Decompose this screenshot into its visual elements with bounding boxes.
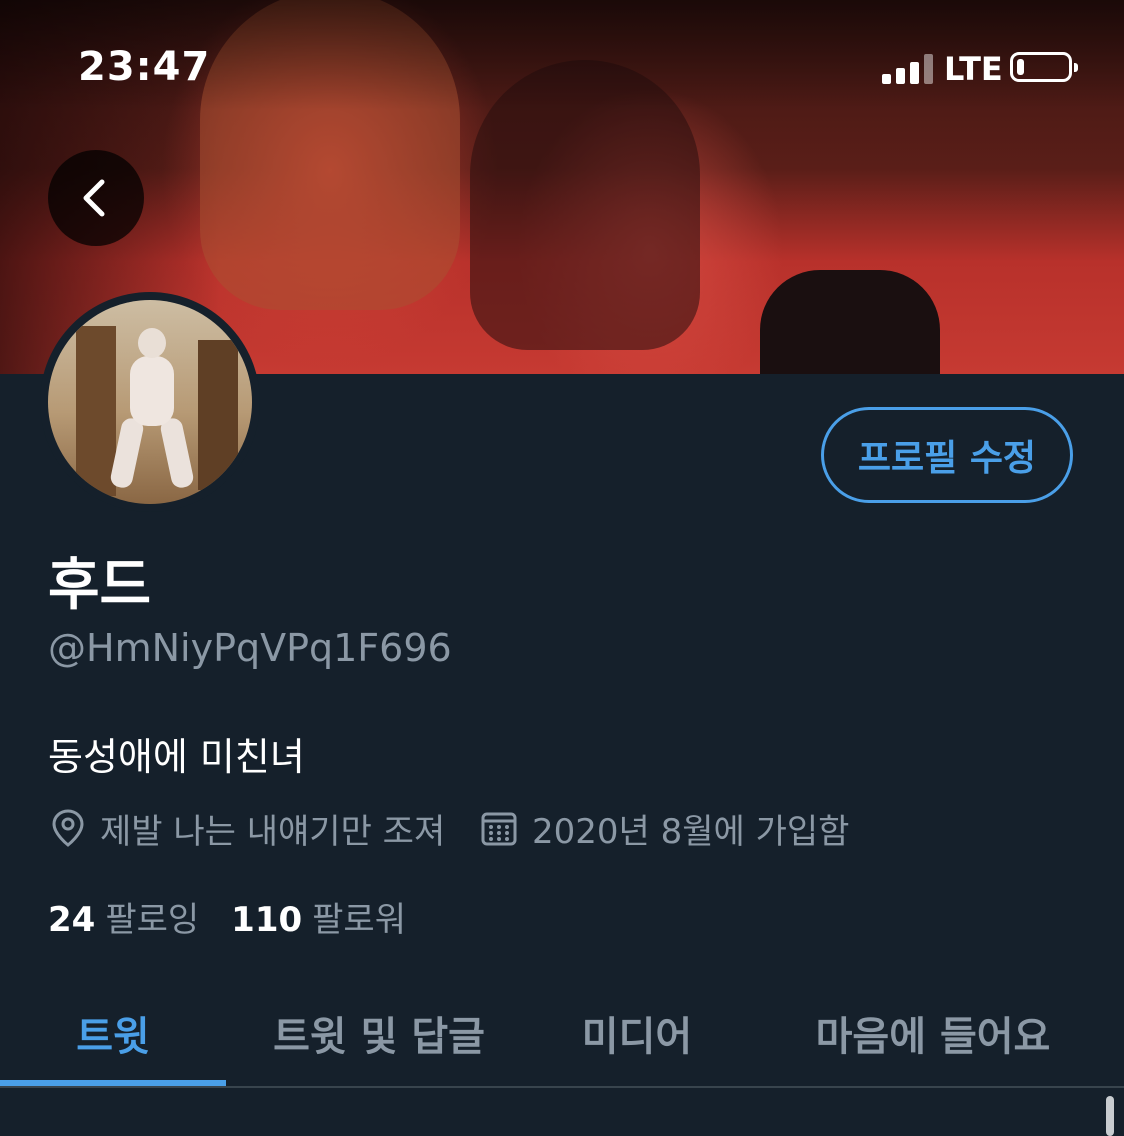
- profile-join-date: 2020년 8월에 가입함: [480, 806, 850, 852]
- profile-avatar[interactable]: [40, 292, 260, 512]
- scrollbar[interactable]: [1106, 1096, 1114, 1136]
- follow-counts: 24 팔로잉 110 팔로워: [48, 892, 438, 941]
- tabs-divider: [0, 1086, 1124, 1088]
- profile-tabs: 트윗 트윗 및 답글 미디어 마음에 들어요: [0, 980, 1124, 1088]
- tab-tweets-replies[interactable]: 트윗 및 답글: [226, 980, 532, 1086]
- tab-likes[interactable]: 마음에 들어요: [742, 980, 1124, 1086]
- followers-label: 팔로워: [312, 900, 406, 940]
- followers-count: 110: [231, 900, 303, 940]
- signal-bars-icon: [882, 54, 934, 84]
- avatar-photo: [48, 300, 252, 504]
- banner-jacket: [760, 270, 940, 374]
- status-time: 23:47: [78, 44, 211, 90]
- tab-media[interactable]: 미디어: [532, 980, 742, 1086]
- location-pin-icon: [52, 809, 84, 847]
- avatar-person: [108, 328, 196, 498]
- tab-tweets[interactable]: 트윗: [0, 980, 226, 1086]
- following-count: 24: [48, 900, 96, 940]
- join-date-text: 2020년 8월에 가입함: [532, 811, 850, 852]
- calendar-icon: [481, 812, 517, 846]
- profile-bio: 동성애에 미친녀: [48, 735, 305, 779]
- chevron-left-icon: [83, 179, 105, 217]
- edit-profile-button[interactable]: 프로필 수정: [821, 407, 1073, 503]
- profile-location: 제발 나는 내얘기만 조져: [50, 806, 446, 852]
- following-link[interactable]: 24 팔로잉: [48, 892, 199, 941]
- display-name: 후드: [48, 553, 152, 618]
- user-handle: @HmNiyPqVPq1F696: [48, 626, 452, 670]
- network-type: LTE: [944, 50, 1003, 88]
- battery-nub: [1074, 63, 1078, 72]
- location-text: 제발 나는 내얘기만 조져: [100, 811, 446, 852]
- followers-link[interactable]: 110 팔로워: [231, 892, 406, 941]
- battery-icon: [1010, 52, 1078, 82]
- following-label: 팔로잉: [105, 900, 200, 940]
- avatar-bg-door-right: [198, 340, 238, 490]
- battery-level: [1017, 59, 1024, 75]
- back-button[interactable]: [48, 150, 144, 246]
- avatar-bg-door: [76, 326, 116, 496]
